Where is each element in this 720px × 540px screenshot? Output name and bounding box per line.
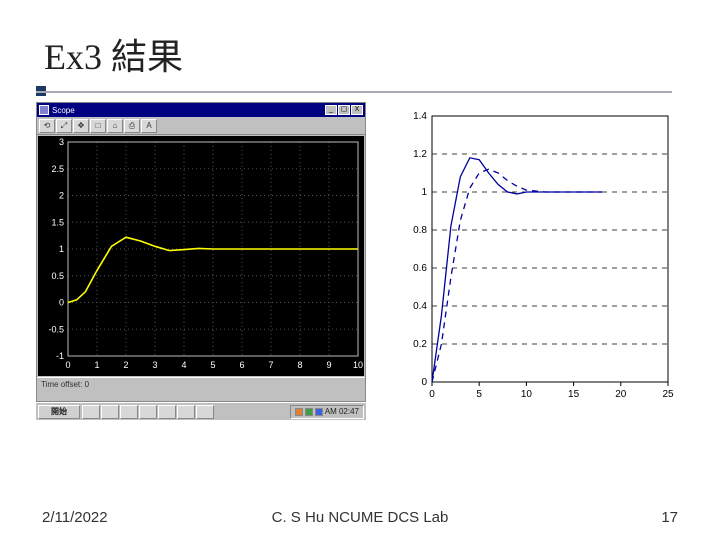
- taskbar: 開始 AM 02:47: [36, 402, 366, 420]
- svg-text:1.4: 1.4: [413, 111, 427, 122]
- toolbar-button[interactable]: ⌂: [107, 119, 123, 133]
- svg-text:0.8: 0.8: [413, 225, 427, 236]
- matlab-figure: 0 0.2 0.4 0.6 0.8 1 1.2 1.4 0 5 10 15 20 25: [398, 106, 678, 406]
- toolbar-button[interactable]: ⎙: [124, 119, 140, 133]
- svg-text:5: 5: [210, 360, 215, 370]
- tray-clock: AM 02:47: [325, 407, 359, 416]
- system-tray[interactable]: AM 02:47: [290, 405, 364, 419]
- svg-text:8: 8: [297, 360, 302, 370]
- scope-status: Time offset: 0: [37, 377, 365, 391]
- toolbar-button[interactable]: ✥: [73, 119, 89, 133]
- svg-text:10: 10: [521, 389, 533, 400]
- tray-icon: [305, 408, 313, 416]
- footer-page: 17: [661, 509, 678, 526]
- footer: 2/11/2022 C. S Hu NCUME DCS Lab 17: [0, 509, 720, 526]
- task-button[interactable]: [177, 405, 195, 419]
- window-title: Scope: [52, 106, 75, 115]
- toolbar-button[interactable]: ⤢: [56, 119, 72, 133]
- titlebar[interactable]: Scope _ ▢ X: [37, 103, 365, 117]
- svg-text:1: 1: [59, 244, 64, 254]
- footer-credit: C. S Hu NCUME DCS Lab: [272, 509, 449, 526]
- footer-date: 2/11/2022: [42, 509, 108, 526]
- svg-text:1.5: 1.5: [51, 217, 64, 227]
- tray-icon: [315, 408, 323, 416]
- svg-text:-0.5: -0.5: [48, 324, 64, 334]
- svg-text:0.6: 0.6: [413, 263, 427, 274]
- svg-text:7: 7: [268, 360, 273, 370]
- toolbar-button[interactable]: A: [141, 119, 157, 133]
- svg-text:1.2: 1.2: [413, 149, 427, 160]
- svg-text:0.4: 0.4: [413, 301, 427, 312]
- svg-text:9: 9: [326, 360, 331, 370]
- maximize-button[interactable]: ▢: [338, 105, 350, 115]
- task-button[interactable]: [120, 405, 138, 419]
- app-icon: [39, 105, 49, 115]
- svg-text:0: 0: [65, 360, 70, 370]
- task-button[interactable]: [139, 405, 157, 419]
- svg-text:10: 10: [353, 360, 363, 370]
- minimize-button[interactable]: _: [325, 105, 337, 115]
- svg-text:0.5: 0.5: [51, 271, 64, 281]
- svg-text:4: 4: [181, 360, 186, 370]
- svg-text:0: 0: [421, 377, 427, 388]
- task-button[interactable]: [158, 405, 176, 419]
- svg-text:3: 3: [59, 137, 64, 147]
- task-button[interactable]: [196, 405, 214, 419]
- svg-text:2.5: 2.5: [51, 164, 64, 174]
- scope-toolbar: ⟲ ⤢ ✥ □ ⌂ ⎙ A: [37, 117, 365, 135]
- svg-text:3: 3: [152, 360, 157, 370]
- svg-text:25: 25: [662, 389, 674, 400]
- toolbar-button[interactable]: ⟲: [39, 119, 55, 133]
- svg-text:0: 0: [59, 298, 64, 308]
- svg-text:5: 5: [476, 389, 482, 400]
- start-button[interactable]: 開始: [38, 405, 80, 419]
- svg-text:6: 6: [239, 360, 244, 370]
- svg-text:1: 1: [421, 187, 427, 198]
- task-button[interactable]: [82, 405, 100, 419]
- toolbar-button[interactable]: □: [90, 119, 106, 133]
- svg-text:2: 2: [123, 360, 128, 370]
- svg-text:2: 2: [59, 191, 64, 201]
- close-button[interactable]: X: [351, 105, 363, 115]
- title-rule: [36, 90, 672, 94]
- svg-text:15: 15: [568, 389, 580, 400]
- svg-text:20: 20: [615, 389, 627, 400]
- slide-title: Ex3 結果: [36, 28, 684, 80]
- tray-icon: [295, 408, 303, 416]
- svg-text:-1: -1: [56, 351, 64, 361]
- task-button[interactable]: [101, 405, 119, 419]
- svg-text:0.2: 0.2: [413, 339, 427, 350]
- scope-plot: 0 1 2 3 4 5 6 7 8 9 10 -1 -0.5 0 0.5 1 1.5 2 2.5 3: [38, 136, 364, 376]
- content-area: Scope _ ▢ X ⟲ ⤢ ✥ □ ⌂ ⎙ A 012345678910-1…: [36, 102, 676, 482]
- scope-window: Scope _ ▢ X ⟲ ⤢ ✥ □ ⌂ ⎙ A 012345678910-1…: [36, 102, 366, 402]
- svg-text:1: 1: [94, 360, 99, 370]
- svg-text:0: 0: [429, 389, 435, 400]
